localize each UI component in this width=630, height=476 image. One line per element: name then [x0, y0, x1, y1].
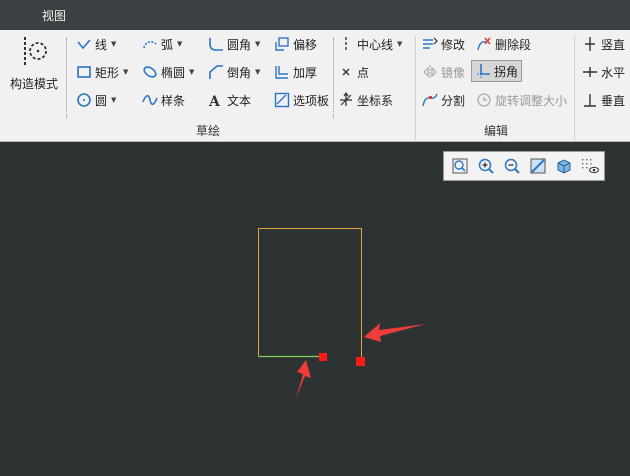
line-icon [76, 36, 92, 52]
vertical-constraint-label: 竖直 [601, 37, 626, 52]
selection-marker-bottom[interactable] [319, 353, 327, 361]
arc-icon [142, 36, 158, 52]
arc-label: 弧 [161, 37, 174, 52]
modify-button[interactable]: 修改 [422, 33, 465, 55]
perpendicular-constraint-icon [582, 92, 598, 108]
palette-icon [274, 92, 290, 108]
divide-button[interactable]: 分割 [422, 89, 465, 111]
fillet-icon [208, 36, 224, 52]
thicken-button[interactable]: 加厚 [274, 61, 317, 83]
text-button[interactable]: A 文本 [208, 89, 251, 111]
sketch-canvas[interactable] [0, 143, 630, 476]
chamfer-icon [208, 64, 224, 80]
group-separator [574, 36, 575, 140]
coordinate-system-label: 坐标系 [357, 93, 394, 108]
chevron-down-icon[interactable]: ▼ [177, 40, 182, 48]
menu-view[interactable]: 视图 [42, 7, 66, 24]
centerline-icon [338, 36, 354, 52]
text-icon: A [208, 92, 224, 108]
point-button[interactable]: 点 [338, 61, 369, 83]
ribbon: 构造模式 线 ▼ 矩形 ▼ 圆 ▼ 弧 ▼ 椭圆 ▼ 样条 圆角 ▼ 倒角 ▼ … [0, 30, 630, 142]
corner-icon [475, 63, 491, 79]
divide-icon [422, 92, 438, 108]
line-button[interactable]: 线 ▼ [76, 33, 116, 55]
rectangle-label: 矩形 [95, 65, 120, 80]
construction-mode-button[interactable]: 构造模式 [6, 34, 62, 98]
construction-mode-label: 构造模式 [9, 77, 58, 91]
ellipse-button[interactable]: 椭圆 ▼ [142, 61, 194, 83]
perpendicular-constraint-label: 垂直 [601, 93, 626, 108]
text-label: 文本 [227, 93, 252, 108]
thicken-label: 加厚 [293, 65, 318, 80]
ellipse-label: 椭圆 [161, 65, 186, 80]
chevron-down-icon[interactable]: ▼ [111, 96, 116, 104]
delete-segment-icon [476, 36, 492, 52]
circle-label: 圆 [95, 93, 108, 108]
centerline-label: 中心线 [357, 37, 394, 52]
circle-button[interactable]: 圆 ▼ [76, 89, 116, 111]
mirror-label: 镜像 [441, 65, 466, 80]
point-label: 点 [357, 65, 370, 80]
offset-button[interactable]: 偏移 [274, 33, 317, 55]
horizontal-constraint-icon [582, 64, 598, 80]
chamfer-button[interactable]: 倒角 ▼ [208, 61, 260, 83]
rotate-resize-label: 旋转调整大小 [495, 93, 568, 108]
horizontal-constraint-label: 水平 [601, 65, 626, 80]
chamfer-label: 倒角 [227, 65, 252, 80]
thicken-icon [274, 64, 290, 80]
spline-icon [142, 92, 158, 108]
spline-button[interactable]: 样条 [142, 89, 185, 111]
horizontal-constraint-button[interactable]: 水平 [582, 61, 625, 83]
chevron-down-icon[interactable]: ▼ [397, 40, 402, 48]
centerline-button[interactable]: 中心线 ▼ [338, 33, 402, 55]
ellipse-icon [142, 64, 158, 80]
rotate-resize-icon [476, 92, 492, 108]
arc-button[interactable]: 弧 ▼ [142, 33, 182, 55]
rotate-resize-button[interactable]: 旋转调整大小 [476, 89, 567, 111]
circle-icon [76, 92, 92, 108]
annotation-arrow-bottom [296, 360, 311, 398]
modify-icon [422, 36, 438, 52]
construction-mode-icon [19, 34, 49, 71]
corner-label: 拐角 [494, 64, 519, 79]
chevron-down-icon[interactable]: ▼ [255, 68, 260, 76]
divide-label: 分割 [441, 93, 466, 108]
palette-button[interactable]: 选项板 [274, 89, 329, 111]
fillet-button[interactable]: 圆角 ▼ [208, 33, 260, 55]
delete-segment-button[interactable]: 删除段 [476, 33, 531, 55]
coordinate-system-button[interactable]: 坐标系 [338, 89, 393, 111]
vertical-constraint-button[interactable]: 竖直 [582, 33, 625, 55]
fillet-label: 圆角 [227, 37, 252, 52]
line-label: 线 [95, 37, 108, 52]
group-label-sketch: 草绘 [196, 124, 221, 138]
mirror-button[interactable]: 镜像 [422, 61, 465, 83]
rectangle-icon [76, 64, 92, 80]
corner-button[interactable]: 拐角 [471, 60, 523, 82]
selection-marker-right[interactable] [356, 357, 365, 366]
rectangle-button[interactable]: 矩形 ▼ [76, 61, 128, 83]
chevron-down-icon[interactable]: ▼ [123, 68, 128, 76]
group-label-edit: 编辑 [484, 124, 509, 138]
offset-label: 偏移 [293, 37, 318, 52]
modify-label: 修改 [441, 37, 466, 52]
palette-label: 选项板 [293, 93, 330, 108]
divider [66, 38, 67, 118]
sketch-rectangle[interactable] [258, 228, 362, 363]
svg-text:A: A [208, 94, 221, 108]
group-separator [415, 36, 416, 140]
vertical-constraint-icon [582, 36, 598, 52]
point-icon [338, 64, 354, 80]
mirror-icon [422, 64, 438, 80]
offset-icon [274, 36, 290, 52]
menu-bar: 视图 [0, 0, 630, 30]
perpendicular-constraint-button[interactable]: 垂直 [582, 89, 625, 111]
divider [333, 38, 334, 118]
chevron-down-icon[interactable]: ▼ [189, 68, 194, 76]
chevron-down-icon[interactable]: ▼ [111, 40, 116, 48]
annotation-arrow-right [364, 323, 426, 342]
spline-label: 样条 [161, 93, 186, 108]
delete-segment-label: 删除段 [495, 37, 532, 52]
chevron-down-icon[interactable]: ▼ [255, 40, 260, 48]
coordinate-system-icon [338, 92, 354, 108]
